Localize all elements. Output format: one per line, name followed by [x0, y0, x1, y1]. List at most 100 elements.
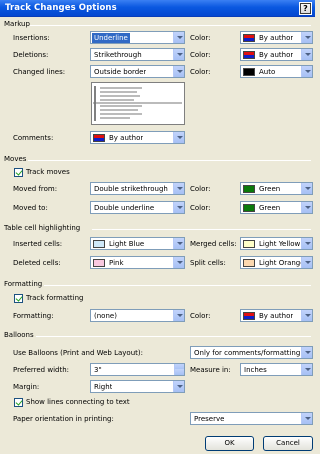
merged-cells-label: Merged cells:	[190, 240, 237, 248]
measure-in-value: Inches	[244, 366, 267, 374]
chevron-down-icon[interactable]	[301, 257, 312, 268]
chevron-down-icon[interactable]	[173, 132, 184, 143]
moves-divider	[28, 160, 311, 161]
changed-lines-color-select[interactable]: Auto	[240, 65, 313, 78]
color-swatch	[243, 185, 255, 193]
chevron-down-icon[interactable]	[173, 381, 184, 392]
formatting-value: (none)	[94, 312, 117, 320]
measure-in-select[interactable]: Inches	[240, 363, 313, 376]
comments-label: Comments:	[13, 134, 54, 142]
deleted-cells-label: Deleted cells:	[13, 259, 61, 267]
changed-lines-preview	[91, 82, 185, 125]
deletions-value: Strikethrough	[94, 51, 142, 59]
ok-button[interactable]: OK	[205, 436, 254, 451]
formatting-color-select[interactable]: By author	[240, 309, 313, 322]
chevron-down-icon[interactable]	[301, 238, 312, 249]
balloons-header: Balloons	[4, 331, 34, 339]
chevron-down-icon[interactable]	[301, 364, 312, 375]
cancel-button[interactable]: Cancel	[263, 436, 313, 451]
insertions-value: Underline	[92, 33, 130, 43]
deletions-color-label: Color:	[190, 51, 211, 59]
moved-to-color-value: Green	[259, 204, 281, 212]
show-lines-label[interactable]: Show lines connecting to text	[26, 397, 130, 407]
changed-lines-select[interactable]: Outside border	[90, 65, 185, 78]
changed-lines-color-value: Auto	[259, 68, 276, 76]
track-formatting-label[interactable]: Track formatting	[26, 293, 83, 303]
comments-color-select[interactable]: By author	[90, 131, 185, 144]
paper-orientation-label: Paper orientation in printing:	[13, 415, 114, 423]
changed-lines-color-label: Color:	[190, 68, 211, 76]
deletions-color-value: By author	[259, 51, 294, 59]
table-cell-header: Table cell highlighting	[4, 224, 81, 232]
table-cell-divider	[92, 229, 311, 230]
moved-from-select[interactable]: Double strikethrough	[90, 182, 185, 195]
deleted-cells-select[interactable]: Pink	[90, 256, 185, 269]
chevron-down-icon[interactable]	[173, 310, 184, 321]
track-moves-label[interactable]: Track moves	[26, 167, 70, 177]
inserted-cells-value: Light Blue	[109, 240, 145, 248]
chevron-down-icon[interactable]	[301, 49, 312, 60]
changed-lines-label: Changed lines:	[13, 68, 66, 76]
use-balloons-label: Use Balloons (Print and Web Layout):	[13, 349, 143, 357]
chevron-down-icon[interactable]	[173, 257, 184, 268]
chevron-down-icon[interactable]	[173, 66, 184, 77]
chevron-down-icon[interactable]	[301, 202, 312, 213]
moved-to-select[interactable]: Double underline	[90, 201, 185, 214]
measure-in-label: Measure in:	[190, 366, 231, 374]
inserted-cells-label: Inserted cells:	[13, 240, 63, 248]
insertions-label: Insertions:	[13, 34, 50, 42]
spin-down-icon[interactable]	[174, 369, 184, 375]
preferred-width-spinner[interactable]: 3"	[90, 363, 185, 376]
insertions-color-value: By author	[259, 34, 294, 42]
preferred-width-label: Preferred width:	[13, 366, 70, 374]
moved-to-color-select[interactable]: Green	[240, 201, 313, 214]
use-balloons-value: Only for comments/formatting	[194, 349, 301, 357]
inserted-cells-select[interactable]: Light Blue	[90, 237, 185, 250]
track-formatting-checkbox[interactable]	[14, 294, 23, 303]
color-swatch	[243, 34, 255, 42]
margin-select[interactable]: Right	[90, 380, 185, 393]
chevron-down-icon[interactable]	[173, 202, 184, 213]
color-swatch	[93, 259, 105, 267]
moved-from-color-select[interactable]: Green	[240, 182, 313, 195]
insertions-select[interactable]: Underline	[90, 31, 185, 44]
deletions-select[interactable]: Strikethrough	[90, 48, 185, 61]
color-swatch	[93, 240, 105, 248]
preferred-width-value: 3"	[94, 366, 102, 374]
show-lines-checkbox[interactable]	[14, 398, 23, 407]
formatting-select[interactable]: (none)	[90, 309, 185, 322]
preview-lines-icon	[93, 86, 182, 121]
chevron-down-icon[interactable]	[301, 66, 312, 77]
changed-lines-value: Outside border	[94, 68, 147, 76]
chevron-down-icon[interactable]	[173, 49, 184, 60]
deletions-label: Deletions:	[13, 51, 49, 59]
chevron-down-icon[interactable]	[173, 238, 184, 249]
paper-orientation-select[interactable]: Preserve	[190, 412, 313, 425]
color-swatch	[243, 312, 255, 320]
split-cells-select[interactable]: Light Orange	[240, 256, 313, 269]
color-swatch	[243, 259, 255, 267]
chevron-down-icon[interactable]	[173, 32, 184, 43]
track-moves-checkbox[interactable]	[14, 168, 23, 177]
markup-header: Markup	[4, 20, 30, 28]
moved-from-value: Double strikethrough	[94, 185, 168, 193]
insertions-color-select[interactable]: By author	[240, 31, 313, 44]
deleted-cells-value: Pink	[109, 259, 124, 267]
chevron-down-icon[interactable]	[301, 183, 312, 194]
chevron-down-icon[interactable]	[301, 310, 312, 321]
deletions-color-select[interactable]: By author	[240, 48, 313, 61]
moved-from-label: Moved from:	[13, 185, 58, 193]
help-button[interactable]: ?	[299, 2, 312, 15]
moved-from-color-label: Color:	[190, 185, 211, 193]
title-bar: Track Changes Options ?	[0, 0, 315, 17]
use-balloons-select[interactable]: Only for comments/formatting	[190, 346, 313, 359]
chevron-down-icon[interactable]	[173, 183, 184, 194]
formatting-divider	[44, 285, 311, 286]
chevron-down-icon[interactable]	[301, 347, 312, 358]
margin-value: Right	[94, 383, 113, 391]
chevron-down-icon[interactable]	[301, 32, 312, 43]
chevron-down-icon[interactable]	[301, 413, 312, 424]
moved-to-value: Double underline	[94, 204, 155, 212]
merged-cells-select[interactable]: Light Yellow	[240, 237, 313, 250]
margin-label: Margin:	[13, 383, 40, 391]
